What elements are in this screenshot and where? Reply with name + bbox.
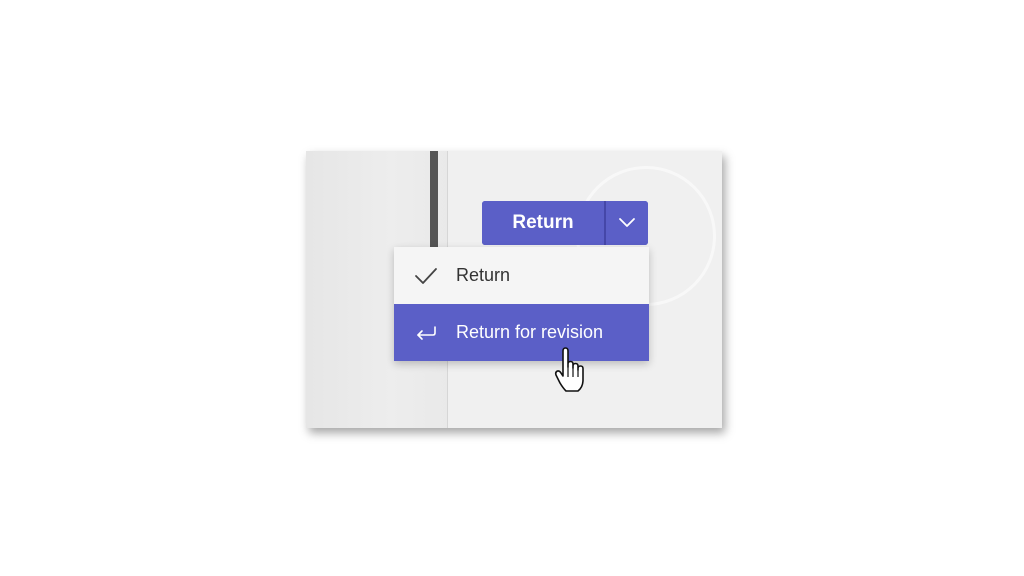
return-button-label: Return — [512, 212, 574, 233]
menu-item-label: Return for revision — [456, 322, 604, 342]
menu-item-return-for-revision[interactable]: Return for revision — [394, 304, 649, 361]
stage: Return Return Return for revision — [0, 0, 1024, 576]
hand-pointer-icon — [554, 347, 584, 392]
assignment-panel: Return Return Return for revision — [306, 151, 722, 428]
menu-item-label: Return — [456, 265, 511, 285]
return-options-menu: Return Return for revision — [394, 247, 649, 361]
return-arrow-icon — [414, 324, 456, 342]
return-split-button[interactable]: Return — [482, 201, 648, 245]
scrollbar[interactable] — [430, 151, 438, 251]
menu-item-return[interactable]: Return — [394, 247, 649, 304]
chevron-down-icon — [619, 218, 635, 227]
checkmark-icon — [414, 267, 456, 285]
return-button[interactable]: Return — [482, 201, 604, 245]
return-options-dropdown-button[interactable] — [606, 201, 648, 245]
